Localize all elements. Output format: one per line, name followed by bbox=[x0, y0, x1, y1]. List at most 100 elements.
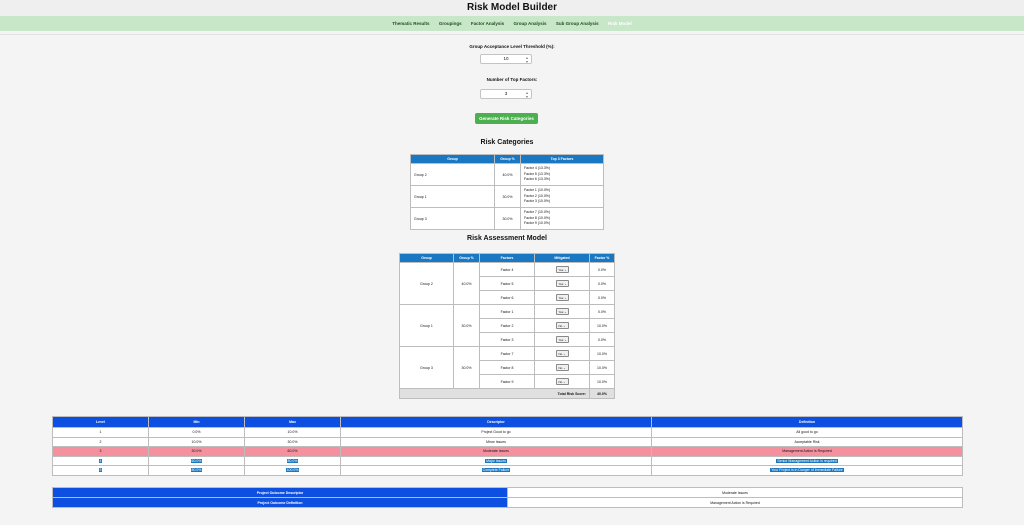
mitigated-select[interactable]: No ⌄ bbox=[555, 378, 569, 385]
outcome-descriptor-value: Moderate Issues bbox=[507, 487, 963, 498]
risk-categories-title: Risk Categories bbox=[480, 139, 534, 146]
mitigated-cell: Yes ⌄ bbox=[534, 332, 590, 347]
chevron-down-icon: ⌄ bbox=[563, 338, 567, 342]
group-pct-cell: 30.0% bbox=[453, 304, 480, 347]
column-header: Group bbox=[399, 253, 454, 263]
max-cell: 10.0% bbox=[244, 427, 341, 438]
descriptor-cell: Moderate Issues bbox=[340, 446, 652, 457]
spinner-icon[interactable]: ▴ ▾ bbox=[526, 91, 528, 99]
factor-cell: Factor 5 bbox=[479, 276, 535, 291]
project-outcome-table: Project Outcome Descriptor Moderate Issu… bbox=[52, 487, 963, 508]
table-row: Project Outcome Descriptor Moderate Issu… bbox=[52, 487, 963, 498]
chevron-down-icon: ⌄ bbox=[563, 282, 567, 286]
level-cell: 2 bbox=[52, 436, 149, 447]
factor-pct-cell: 10.0% bbox=[589, 360, 615, 375]
total-row: Total Risk Score: 40.0% bbox=[399, 388, 615, 399]
factor-line: Factor 9 (10.0%) bbox=[524, 221, 551, 226]
table-row: Group 2 40.0% Factor 4 (13.3%) Factor 5 (… bbox=[410, 163, 604, 186]
column-header: Min bbox=[148, 416, 245, 428]
table-row: 5 80.0% 100.0% Complete Failure Your Pro… bbox=[52, 465, 963, 476]
group-cell: Group 2 bbox=[410, 163, 495, 186]
definition-cell: Senior Management Action is required bbox=[651, 455, 963, 466]
mitigated-select[interactable]: No ⌄ bbox=[555, 350, 569, 357]
min-cell: 30.0% bbox=[148, 446, 245, 457]
mitigated-cell: Yes ⌄ bbox=[534, 276, 590, 291]
mitigated-select[interactable]: Yes ⌄ bbox=[555, 266, 569, 273]
factor-pct-cell: 0.0% bbox=[589, 262, 615, 277]
column-header: Factors bbox=[479, 253, 535, 263]
factor-cell: Factor 7 bbox=[479, 346, 535, 361]
factor-line: Factor 6 (13.3%) bbox=[524, 177, 551, 182]
mitigated-select[interactable]: No ⌄ bbox=[555, 322, 569, 329]
table-row: Group 3 30.0% Factor 7 (10.0%) Factor 8 (… bbox=[410, 207, 604, 230]
tab-groupings[interactable]: Groupings bbox=[439, 16, 462, 31]
factor-pct-cell: 10.0% bbox=[589, 346, 615, 361]
generate-button[interactable]: Generate Risk Categories bbox=[475, 113, 538, 124]
max-cell: 60.0% bbox=[244, 446, 341, 457]
mitigated-cell: No ⌄ bbox=[534, 318, 590, 333]
factor-pct-cell: 10.0% bbox=[589, 374, 615, 389]
threshold-input[interactable]: 10 ▴ ▾ bbox=[480, 54, 532, 64]
mitigated-select[interactable]: Yes ⌄ bbox=[555, 280, 569, 287]
descriptor-cell: Minor Issues bbox=[340, 436, 652, 447]
selected-text: 5 bbox=[98, 468, 103, 473]
max-cell: 80.0% bbox=[244, 455, 341, 466]
factor-cell: Factor 6 bbox=[479, 290, 535, 305]
threshold-label: Group Acceptance Level Threshold (%): bbox=[469, 44, 555, 49]
mitigated-cell: No ⌄ bbox=[534, 374, 590, 389]
chevron-down-icon: ⌄ bbox=[563, 310, 567, 314]
column-header: Max bbox=[244, 416, 341, 428]
spinner-icon[interactable]: ▴ ▾ bbox=[526, 56, 528, 64]
selected-text: Major Issues bbox=[485, 458, 507, 463]
group-pct-cell: 30.0% bbox=[494, 185, 521, 208]
column-header: Group % bbox=[494, 154, 521, 164]
group-cell: Group 2 bbox=[399, 262, 454, 305]
factors-cell: Factor 4 (13.3%) Factor 5 (13.3%) Factor 6… bbox=[520, 163, 604, 186]
tab-group-analysis[interactable]: Group Analysis bbox=[513, 16, 546, 31]
selected-text: Your Project is in Danger of Immediate F… bbox=[770, 468, 844, 473]
tab-sub-group-analysis[interactable]: Sub Group Analysis bbox=[556, 16, 599, 31]
mitigated-cell: Yes ⌄ bbox=[534, 262, 590, 277]
risk-assessment-title: Risk Assessment Model bbox=[467, 235, 547, 242]
page-title: Risk Model Builder bbox=[466, 2, 557, 13]
definition-cell: Your Project is in Danger of Immediate F… bbox=[651, 465, 963, 476]
top-factors-value: 3 bbox=[504, 91, 508, 96]
mitigated-select[interactable]: Yes ⌄ bbox=[555, 294, 569, 301]
mitigated-select[interactable]: No ⌄ bbox=[555, 364, 569, 371]
column-header: Group bbox=[410, 154, 495, 164]
table-row: 2 10.0% 30.0% Minor Issues Acceptable Ri… bbox=[52, 436, 963, 447]
level-cell: 3 bbox=[52, 446, 149, 457]
table-row: Group 1 30.0% Factor 1 Yes ⌄ 0.0% bbox=[399, 304, 615, 347]
risk-categories-table: Group Group % Top 3 Factors Group 2 40.0… bbox=[410, 154, 604, 230]
descriptor-cell: Complete Failure bbox=[340, 465, 652, 476]
chevron-down-icon: ⌄ bbox=[562, 324, 566, 328]
table-row: 4 60.0% 80.0% Major Issues Senior Manage… bbox=[52, 455, 963, 466]
outcome-definition-label: Project Outcome Definition bbox=[52, 497, 508, 508]
definition-cell: Acceptable Risk bbox=[651, 436, 963, 447]
factor-pct-cell: 0.0% bbox=[589, 290, 615, 305]
mitigated-select[interactable]: Yes ⌄ bbox=[555, 308, 569, 315]
factor-pct-cell: 0.0% bbox=[589, 276, 615, 291]
threshold-value: 10 bbox=[503, 56, 509, 61]
total-value: 40.0% bbox=[589, 388, 615, 399]
table-row: Group 3 30.0% Factor 7 No ⌄ 10.0% bbox=[399, 346, 615, 389]
tab-factor-analysis[interactable]: Factor Analysis bbox=[471, 16, 504, 31]
app-header: Risk Model Builder bbox=[0, 0, 1024, 16]
factor-pct-cell: 0.0% bbox=[589, 332, 615, 347]
column-header: Factor % bbox=[589, 253, 615, 263]
tab-thematic-results[interactable]: Thematic Results bbox=[392, 16, 429, 31]
max-cell: 30.0% bbox=[244, 436, 341, 447]
outcome-definition-value: Management Action is Required bbox=[507, 497, 963, 508]
mitigated-select[interactable]: Yes ⌄ bbox=[555, 336, 569, 343]
mitigated-cell: No ⌄ bbox=[534, 346, 590, 361]
factor-cell: Factor 8 bbox=[479, 360, 535, 375]
group-pct-cell: 40.0% bbox=[494, 163, 521, 186]
mitigated-cell: Yes ⌄ bbox=[534, 290, 590, 305]
mitigated-cell: No ⌄ bbox=[534, 360, 590, 375]
min-cell: 10.0% bbox=[148, 436, 245, 447]
tab-risk-model[interactable]: Risk Model bbox=[608, 16, 632, 31]
factor-cell: Factor 1 bbox=[479, 304, 535, 319]
top-factors-input[interactable]: 3 ▴ ▾ bbox=[480, 89, 532, 99]
descriptor-cell: Major Issues bbox=[340, 455, 652, 466]
group-pct-cell: 30.0% bbox=[494, 207, 521, 230]
